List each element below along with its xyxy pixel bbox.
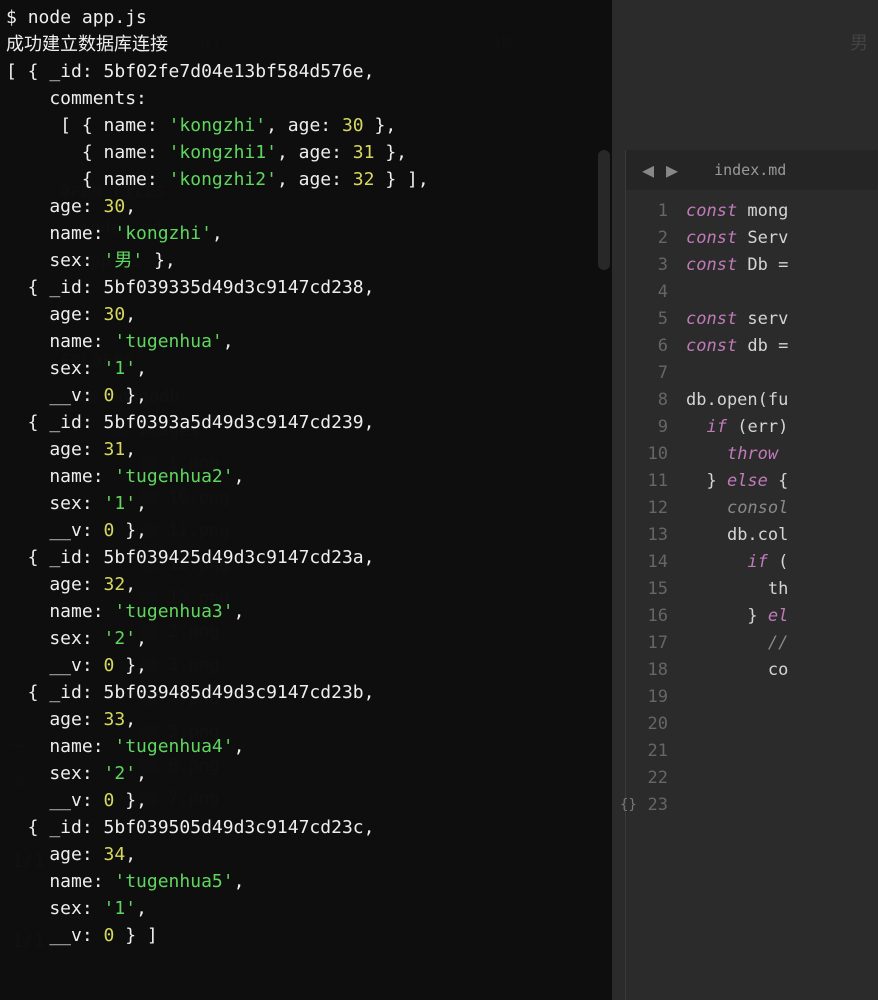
line-content bbox=[686, 360, 878, 387]
code-line: 8db.open(fu bbox=[626, 387, 878, 414]
line-content: if ( bbox=[686, 549, 878, 576]
code-line: 15 th bbox=[626, 576, 878, 603]
fold-marker: {} bbox=[620, 795, 637, 816]
code-line: 18 co bbox=[626, 657, 878, 684]
code-line: 4 bbox=[626, 279, 878, 306]
line-number: 17 bbox=[626, 630, 686, 657]
line-number: 5 bbox=[626, 306, 686, 333]
tab-nav-prev-icon[interactable]: ◀ bbox=[636, 155, 660, 185]
bg-hint-text: 男 bbox=[850, 30, 868, 57]
tab-label[interactable]: index.md bbox=[684, 159, 786, 182]
line-number: 11 bbox=[626, 468, 686, 495]
line-content: // bbox=[686, 630, 878, 657]
line-content: throw bbox=[686, 441, 878, 468]
code-line: 3const Db = bbox=[626, 252, 878, 279]
line-number: 12 bbox=[626, 495, 686, 522]
line-content bbox=[686, 792, 878, 819]
code-line: 12 consol bbox=[626, 495, 878, 522]
line-number: 14 bbox=[626, 549, 686, 576]
code-line: 23 bbox=[626, 792, 878, 819]
code-editor-body[interactable]: 1const mong2const Serv3const Db =45const… bbox=[626, 190, 878, 819]
tab-nav-next-icon[interactable]: ▶ bbox=[660, 155, 684, 185]
terminal-output[interactable]: $ node app.js 成功建立数据库连接 [ { _id: 5bf02fe… bbox=[0, 0, 612, 1000]
line-content bbox=[686, 279, 878, 306]
line-number: 8 bbox=[626, 387, 686, 414]
code-line: 7 bbox=[626, 360, 878, 387]
code-line: 16 } el bbox=[626, 603, 878, 630]
line-content: } el bbox=[686, 603, 878, 630]
line-number: 4 bbox=[626, 279, 686, 306]
line-number: 3 bbox=[626, 252, 686, 279]
line-number: 10 bbox=[626, 441, 686, 468]
code-line: 10 throw bbox=[626, 441, 878, 468]
line-content: db.open(fu bbox=[686, 387, 878, 414]
scrollbar[interactable] bbox=[598, 150, 610, 270]
line-content bbox=[686, 684, 878, 711]
line-content: const serv bbox=[686, 306, 878, 333]
code-line: 17 // bbox=[626, 630, 878, 657]
code-line: 11 } else { bbox=[626, 468, 878, 495]
line-number: 1 bbox=[626, 198, 686, 225]
line-number: 19 bbox=[626, 684, 686, 711]
line-number: 22 bbox=[626, 765, 686, 792]
line-number: 2 bbox=[626, 225, 686, 252]
line-number: 20 bbox=[626, 711, 686, 738]
line-content: const Db = bbox=[686, 252, 878, 279]
line-content: if (err) bbox=[686, 414, 878, 441]
line-content: const Serv bbox=[686, 225, 878, 252]
line-content: co bbox=[686, 657, 878, 684]
code-line: 6const db = bbox=[626, 333, 878, 360]
editor-tabs: ◀ ▶ index.md bbox=[626, 150, 878, 190]
code-line: 9 if (err) bbox=[626, 414, 878, 441]
line-content bbox=[686, 711, 878, 738]
code-line: 13 db.col bbox=[626, 522, 878, 549]
line-content: th bbox=[686, 576, 878, 603]
line-number: 7 bbox=[626, 360, 686, 387]
code-line: 19 bbox=[626, 684, 878, 711]
line-content bbox=[686, 765, 878, 792]
line-content: } else { bbox=[686, 468, 878, 495]
line-content: const mong bbox=[686, 198, 878, 225]
line-number: 16 bbox=[626, 603, 686, 630]
line-number: 6 bbox=[626, 333, 686, 360]
line-content bbox=[686, 738, 878, 765]
code-line: 1const mong bbox=[626, 198, 878, 225]
line-number: 21 bbox=[626, 738, 686, 765]
line-number: 15 bbox=[626, 576, 686, 603]
code-line: 14 if ( bbox=[626, 549, 878, 576]
line-content: const db = bbox=[686, 333, 878, 360]
code-line: 21 bbox=[626, 738, 878, 765]
line-content: db.col bbox=[686, 522, 878, 549]
line-number: 9 bbox=[626, 414, 686, 441]
code-line: 5const serv bbox=[626, 306, 878, 333]
code-line: 22 bbox=[626, 765, 878, 792]
code-line: 20 bbox=[626, 711, 878, 738]
line-number: 18 bbox=[626, 657, 686, 684]
editor-pane: ◀ ▶ index.md 1const mong2const Serv3cons… bbox=[625, 150, 878, 1000]
line-number: 13 bbox=[626, 522, 686, 549]
line-content: consol bbox=[686, 495, 878, 522]
code-line: 2const Serv bbox=[626, 225, 878, 252]
